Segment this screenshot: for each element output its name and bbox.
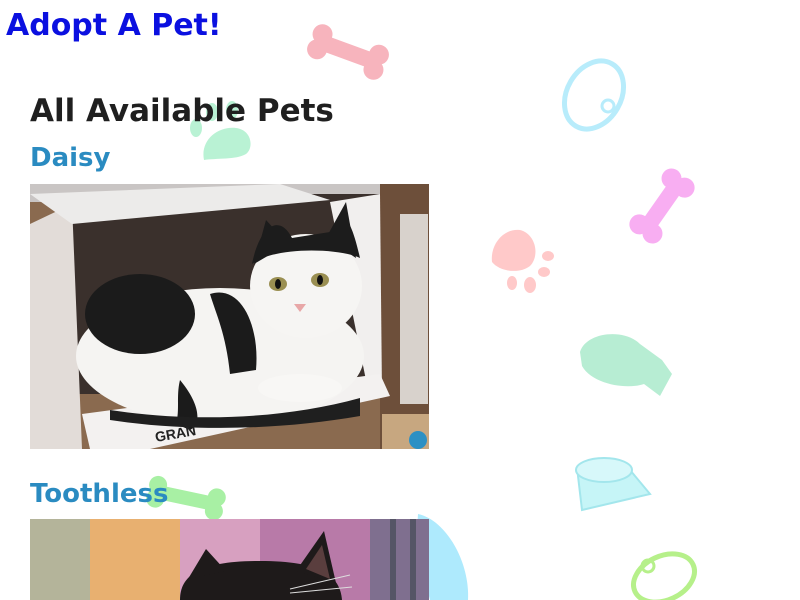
pet-name-daisy[interactable]: Daisy [30,140,110,176]
pet-name-toothless[interactable]: Toothless [30,476,168,512]
paw-icon [491,229,554,293]
bone-icon [307,24,389,80]
pet-photo-toothless[interactable] [30,519,429,600]
pet-photo-daisy[interactable]: GRAN [30,184,429,449]
bone-icon [629,168,695,244]
page: Adopt A Pet! All Available Pets Daisy GR… [0,0,800,600]
page-title: All Available Pets [30,93,334,129]
bowl-icon [575,457,652,512]
site-title: Adopt A Pet! [6,8,222,43]
collar-icon [561,58,627,132]
cat-photo-image: GRAN [30,184,429,449]
cat-photo-image [30,519,429,600]
fish-icon [580,334,672,396]
collar-icon [631,551,697,600]
